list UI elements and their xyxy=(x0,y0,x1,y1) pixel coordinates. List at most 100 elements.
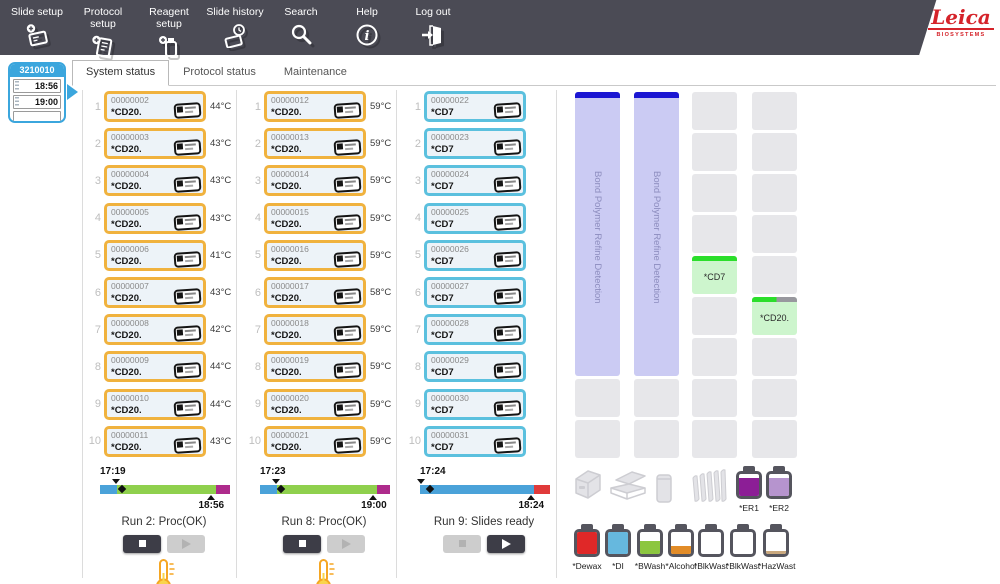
slide-item[interactable]: 00000031 *CD7 xyxy=(424,425,526,457)
empty-reagent-slot xyxy=(692,92,737,130)
nav-log-out[interactable]: Log out xyxy=(400,0,466,60)
slide-item[interactable]: 00000022 *CD7 xyxy=(424,91,526,123)
slide-item[interactable]: 00000026 *CD7 xyxy=(424,239,526,271)
slide-id: 00000016 xyxy=(271,243,309,254)
slide-item[interactable]: 00000016 *CD20. xyxy=(264,239,366,271)
container-icon xyxy=(653,468,675,509)
supply-bottle-dewax[interactable] xyxy=(574,524,600,557)
nav-slide-history[interactable]: Slide history xyxy=(202,0,268,60)
slide-item[interactable]: 00000011 *CD20. xyxy=(104,425,206,457)
pod-slot[interactable] xyxy=(13,111,61,121)
empty-reagent-slot xyxy=(752,256,797,294)
slide-item[interactable]: 00000023 *CD7 xyxy=(424,128,526,160)
slide-id: 00000024 xyxy=(431,169,469,180)
slide-marker-name: *CD20. xyxy=(271,404,302,416)
slide-label-icon xyxy=(333,288,362,305)
slide-item[interactable]: 00000027 *CD7 xyxy=(424,277,526,309)
slide-id: 00000011 xyxy=(111,429,149,440)
slide-id: 00000009 xyxy=(111,355,149,366)
slide-temperature: 59°C xyxy=(370,138,392,150)
slide-label-icon xyxy=(493,436,522,454)
supply-bottle-hazwast[interactable] xyxy=(763,524,789,557)
slide-marker-name: *CD20. xyxy=(271,367,302,379)
supply-bottle-alcohol[interactable] xyxy=(668,524,694,557)
slide-row: 10 00000031 *CD7 xyxy=(408,423,560,460)
bottle-body-icon xyxy=(668,529,694,557)
reagent-platform: Bond Polymer Refine Detection Bond Polyme… xyxy=(575,92,800,458)
slide-item[interactable]: 00000005 *CD20. xyxy=(104,202,206,234)
slide-temperature: 44°C xyxy=(210,101,232,113)
slide-row: 10 00000011 *CD20. 43°C xyxy=(88,423,240,460)
reagent-container[interactable]: *CD7 xyxy=(692,256,737,294)
slide-item[interactable]: 00000019 *CD20. xyxy=(264,351,366,383)
slide-id: 00000025 xyxy=(431,206,469,217)
stop-button[interactable] xyxy=(123,534,161,553)
bottle-fill-level xyxy=(608,532,628,554)
slide-row: 2 00000013 *CD20. 59°C xyxy=(248,125,400,162)
nav-search[interactable]: Search xyxy=(268,0,334,60)
reagent-container[interactable]: *CD20. xyxy=(752,297,797,335)
main-toolbar: Slide setup Protocol setup Reagent setup Sl… xyxy=(0,0,1000,58)
supply-bottle-er2[interactable] xyxy=(766,466,792,499)
slide-row: 10 00000021 *CD20. 59°C xyxy=(248,423,400,460)
tab-maintenance[interactable]: Maintenance xyxy=(270,60,361,86)
slide-marker-name: *CD7 xyxy=(431,404,454,416)
brand-name: Leica xyxy=(928,7,994,30)
slide-marker-name: *CD20. xyxy=(271,330,302,342)
stop-button[interactable] xyxy=(283,534,321,553)
slide-id: 00000015 xyxy=(271,206,309,217)
nav-label: Slide history xyxy=(206,6,264,18)
nav-protocol-setup[interactable]: Protocol setup xyxy=(70,0,136,60)
tab-system-status[interactable]: System status xyxy=(72,60,170,86)
slide-label-icon xyxy=(173,139,202,157)
slide-row: 9 00000030 *CD7 xyxy=(408,386,560,423)
bottle-body-icon xyxy=(605,529,631,557)
slide-item[interactable]: 00000021 *CD20. xyxy=(264,425,366,457)
play-button[interactable] xyxy=(487,534,525,553)
slide-item[interactable]: 00000013 *CD20. xyxy=(264,128,366,160)
slide-row: 7 00000018 *CD20. 59°C xyxy=(248,311,400,348)
slide-item[interactable]: 00000010 *CD20. xyxy=(104,388,206,420)
supply-bottle-bwash[interactable] xyxy=(637,524,663,557)
slide-item[interactable]: 00000004 *CD20. xyxy=(104,165,206,197)
slide-marker-name: *CD7 xyxy=(431,218,454,230)
slide-item[interactable]: 00000028 *CD7 xyxy=(424,314,526,346)
detection-rack[interactable]: Bond Polymer Refine Detection xyxy=(575,92,620,376)
slide-item[interactable]: 00000006 *CD20. xyxy=(104,239,206,271)
nav-help[interactable]: Help i xyxy=(334,0,400,60)
slide-item[interactable]: 00000012 *CD20. xyxy=(264,91,366,123)
slide-item[interactable]: 00000003 *CD20. xyxy=(104,128,206,160)
slide-item[interactable]: 00000008 *CD20. xyxy=(104,314,206,346)
status-tabs: System status Protocol status Maintenance xyxy=(72,60,361,86)
nav-slide-setup[interactable]: Slide setup xyxy=(4,0,70,60)
detection-rack[interactable]: Bond Polymer Refine Detection xyxy=(634,92,679,376)
search-icon xyxy=(288,22,314,48)
slide-item[interactable]: 00000002 *CD20. xyxy=(104,91,206,123)
slide-item[interactable]: 00000014 *CD20. xyxy=(264,165,366,197)
tab-protocol-status[interactable]: Protocol status xyxy=(169,60,270,86)
slide-marker-name: *CD20. xyxy=(111,293,142,305)
slide-position-number: 3 xyxy=(414,174,421,187)
supply-bottle-blkwast[interactable] xyxy=(698,524,724,557)
slide-item[interactable]: 00000030 *CD7 xyxy=(424,388,526,420)
supply-bottle-er1[interactable] xyxy=(736,466,762,499)
slide-id: 00000013 xyxy=(271,132,309,143)
slide-item[interactable]: 00000029 *CD7 xyxy=(424,351,526,383)
slide-item[interactable]: 00000015 *CD20. xyxy=(264,202,366,234)
play-icon xyxy=(341,538,351,549)
pod-slot[interactable]: 18:56 xyxy=(13,79,61,93)
slide-history-icon xyxy=(222,22,248,49)
slide-item[interactable]: 00000024 *CD7 xyxy=(424,165,526,197)
pod-slot[interactable]: 19:00 xyxy=(13,95,61,109)
slide-item[interactable]: 00000007 *CD20. xyxy=(104,277,206,309)
slide-item[interactable]: 00000018 *CD20. xyxy=(264,314,366,346)
slide-item[interactable]: 00000009 *CD20. xyxy=(104,351,206,383)
slide-item[interactable]: 00000025 *CD7 xyxy=(424,202,526,234)
pod-status-box[interactable]: 3210010 18:56 19:00 xyxy=(8,62,66,123)
nav-reagent-setup[interactable]: Reagent setup xyxy=(136,0,202,60)
nav-label: Slide setup xyxy=(11,6,63,18)
slide-item[interactable]: 00000020 *CD20. xyxy=(264,388,366,420)
supply-bottle-blkwast[interactable] xyxy=(730,524,756,557)
slide-item[interactable]: 00000017 *CD20. xyxy=(264,277,366,309)
supply-bottle-di[interactable] xyxy=(605,524,631,557)
